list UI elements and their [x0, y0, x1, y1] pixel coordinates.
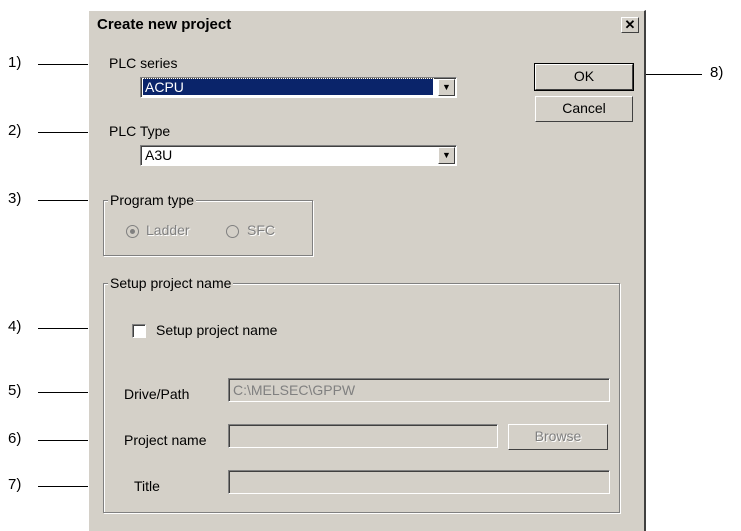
dialog-title: Create new project — [97, 16, 232, 33]
callout-8-arrow — [640, 74, 702, 75]
plc-type-label: PLC Type — [109, 123, 171, 139]
callout-2: 2) — [8, 122, 22, 139]
setup-project-group: Setup project name Setup project name Dr… — [103, 275, 620, 513]
drive-path-label: Drive/Path — [124, 386, 190, 402]
radio-ladder-label[interactable]: Ladder — [146, 222, 190, 238]
setup-project-checkbox-label[interactable]: Setup project name — [156, 322, 277, 338]
setup-project-checkbox[interactable] — [132, 324, 146, 338]
chevron-down-icon[interactable]: ▼ — [438, 79, 455, 96]
cancel-button[interactable]: Cancel — [535, 96, 633, 122]
ok-button[interactable]: OK — [534, 63, 634, 91]
browse-button[interactable]: Browse — [508, 424, 608, 450]
drive-path-field[interactable]: C:\MELSEC\GPPW — [228, 378, 610, 402]
callout-5: 5) — [8, 382, 22, 399]
setup-project-group-label: Setup project name — [108, 275, 234, 291]
callout-7: 7) — [8, 476, 22, 493]
callout-1: 1) — [8, 54, 22, 71]
plc-type-select[interactable]: A3U ▼ — [140, 145, 457, 166]
callout-1-arrow — [38, 64, 90, 65]
plc-series-value: ACPU — [142, 78, 434, 96]
title-field[interactable] — [228, 470, 610, 494]
close-icon[interactable]: ✕ — [621, 17, 639, 33]
callout-4: 4) — [8, 318, 22, 335]
plc-type-value: A3U — [145, 147, 173, 163]
callout-8: 8) — [710, 64, 724, 81]
create-project-dialog: Create new project ✕ PLC series ACPU ▼ P… — [88, 10, 646, 531]
plc-series-label: PLC series — [109, 55, 178, 71]
chevron-down-icon[interactable]: ▼ — [438, 147, 455, 164]
radio-sfc[interactable] — [226, 225, 239, 238]
callout-3: 3) — [8, 190, 22, 207]
radio-ladder[interactable] — [126, 225, 139, 238]
callout-6: 6) — [8, 430, 22, 447]
title-label: Title — [134, 478, 160, 494]
project-name-label: Project name — [124, 432, 207, 448]
radio-sfc-label[interactable]: SFC — [247, 222, 275, 238]
program-type-group: Program type Ladder SFC — [103, 192, 313, 256]
drive-path-value: C:\MELSEC\GPPW — [233, 382, 356, 398]
program-type-label: Program type — [108, 192, 197, 208]
dialog-titlebar[interactable]: Create new project ✕ — [91, 14, 642, 35]
project-name-field[interactable] — [228, 424, 498, 448]
callout-2-arrow — [38, 132, 90, 133]
radio-dot-icon — [130, 229, 135, 234]
plc-series-select[interactable]: ACPU ▼ — [140, 77, 457, 98]
